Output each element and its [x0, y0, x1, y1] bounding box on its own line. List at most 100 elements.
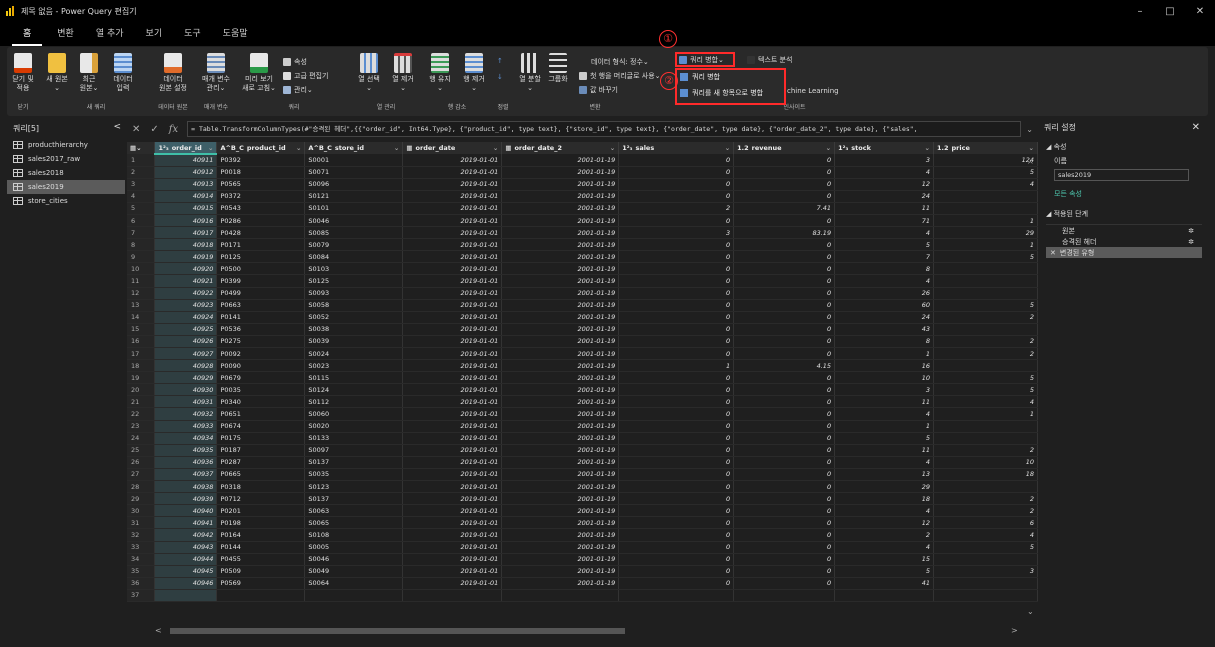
table-cell[interactable]: 0: [733, 323, 836, 336]
close-settings-button[interactable]: ✕: [1192, 122, 1200, 133]
table-cell[interactable]: P0651: [216, 407, 306, 421]
table-cell[interactable]: 40931: [154, 395, 218, 409]
expand-formula-icon[interactable]: ⌄: [1026, 125, 1033, 134]
row-number[interactable]: 2: [127, 166, 156, 179]
formula-input[interactable]: = Table.TransformColumnTypes(#"승격된 헤더",{…: [187, 121, 1022, 137]
table-cell[interactable]: 2019-01-01: [402, 395, 503, 409]
table-cell[interactable]: 0: [733, 504, 836, 518]
table-cell[interactable]: 5: [933, 541, 1038, 554]
table-cell[interactable]: 2001-01-19: [501, 553, 620, 566]
tab-view[interactable]: 보기: [135, 24, 174, 46]
table-cell[interactable]: 40914: [154, 190, 218, 203]
enter-data-button[interactable]: 데이터 입력: [108, 53, 138, 93]
table-row[interactable]: 1 40911 P0392 S0001 2019-01-01 2001-01-19 0 0 3 1…: [127, 154, 1038, 167]
row-number[interactable]: 14: [127, 311, 156, 324]
all-properties-link[interactable]: 모든 속성: [1040, 189, 1208, 199]
text-analytics-button[interactable]: 텍스트 분석: [747, 55, 792, 65]
table-cell[interactable]: [154, 589, 218, 602]
table-cell[interactable]: P0318: [216, 480, 306, 494]
row-number[interactable]: 19: [127, 371, 156, 385]
table-cell[interactable]: 11: [834, 202, 934, 215]
table-cell[interactable]: 2019-01-01: [402, 287, 503, 300]
table-cell[interactable]: 0: [733, 407, 836, 421]
table-cell[interactable]: 40946: [154, 577, 218, 590]
table-cell[interactable]: 0: [618, 299, 735, 312]
table-cell[interactable]: 0: [618, 541, 735, 554]
filter-dropdown-icon[interactable]: ⌄: [1029, 144, 1034, 152]
table-cell[interactable]: 40934: [154, 432, 218, 445]
row-number[interactable]: 32: [127, 528, 156, 542]
table-cell[interactable]: 2001-01-19: [501, 335, 620, 349]
type-icon[interactable]: 1.2: [737, 144, 749, 152]
table-cell[interactable]: 4: [834, 166, 934, 179]
table-cell[interactable]: 7.41: [733, 202, 836, 215]
table-cell[interactable]: 60: [834, 299, 934, 312]
table-cell[interactable]: 2019-01-01: [402, 299, 503, 312]
table-cell[interactable]: 0: [618, 371, 735, 385]
table-row[interactable]: 10 40920 P0500 S0103 2019-01-01 2001-01-19 0 0 8: [127, 262, 1038, 276]
type-icon[interactable]: ▦: [505, 144, 511, 152]
table-cell[interactable]: 0: [733, 287, 836, 300]
table-cell[interactable]: 15: [834, 553, 934, 566]
row-number[interactable]: 25: [127, 444, 156, 457]
filter-dropdown-icon[interactable]: ⌄: [725, 144, 730, 152]
table-cell[interactable]: 2019-01-01: [402, 528, 503, 542]
row-number[interactable]: 27: [127, 468, 156, 482]
row-number[interactable]: 34: [127, 553, 156, 566]
table-cell[interactable]: S0001: [304, 154, 404, 167]
table-cell[interactable]: 2019-01-01: [402, 178, 503, 191]
table-cell[interactable]: 2019-01-01: [402, 456, 503, 469]
table-cell[interactable]: 5: [933, 250, 1038, 264]
table-cell[interactable]: 0: [618, 238, 735, 252]
table-cell[interactable]: P0286: [216, 214, 306, 228]
table-cell[interactable]: 40939: [154, 492, 218, 506]
type-icon[interactable]: 1²₃: [838, 144, 848, 152]
column-header-store-id[interactable]: A^B_C store_id ⌄: [304, 142, 404, 154]
table-row[interactable]: 11 40921 P0399 S0125 2019-01-01 2001-01-19 0 0 4: [127, 274, 1038, 288]
table-cell[interactable]: 0: [733, 420, 836, 433]
table-row[interactable]: 28 40938 P0318 S0123 2019-01-01 2001-01-19 0 0 2…: [127, 480, 1038, 494]
table-cell[interactable]: 3: [618, 226, 735, 240]
table-cell[interactable]: 0: [733, 565, 836, 578]
table-cell[interactable]: 4: [933, 395, 1038, 409]
table-cell[interactable]: 4: [834, 274, 934, 288]
table-cell[interactable]: P0392: [216, 154, 306, 167]
table-cell[interactable]: 2: [933, 444, 1038, 457]
table-cell[interactable]: 40912: [154, 166, 218, 179]
table-row[interactable]: 7 40917 P0428 S0085 2019-01-01 2001-01-19 3 83.…: [127, 226, 1038, 240]
table-cell[interactable]: 0: [733, 335, 836, 349]
table-cell[interactable]: 2019-01-01: [402, 202, 503, 215]
table-cell[interactable]: 2019-01-01: [402, 492, 503, 506]
table-cell[interactable]: 0: [618, 516, 735, 530]
type-icon[interactable]: 1.2: [937, 144, 949, 152]
table-cell[interactable]: P0399: [216, 274, 306, 288]
table-cell[interactable]: 4: [834, 226, 934, 240]
close-window-button[interactable]: ✕: [1185, 0, 1215, 22]
filter-dropdown-icon[interactable]: ⌄: [394, 144, 399, 152]
filter-dropdown-icon[interactable]: ⌄: [826, 144, 831, 152]
recent-sources-button[interactable]: 최근 원본⌄: [74, 53, 104, 93]
collapse-pane-button[interactable]: <: [113, 122, 121, 132]
table-cell[interactable]: 0: [618, 565, 735, 578]
row-number[interactable]: 3: [127, 178, 156, 191]
table-cell[interactable]: 0: [618, 432, 735, 445]
column-header-stock[interactable]: 1²₃ stock ⌄: [834, 142, 934, 154]
table-row[interactable]: 9 40919 P0125 S0084 2019-01-01 2001-01-19 0 0 7 5: [127, 250, 1038, 264]
table-cell[interactable]: 1: [834, 347, 934, 361]
table-cell[interactable]: 2019-01-01: [402, 541, 503, 554]
column-header-revenue[interactable]: 1.2 revenue ⌄: [733, 142, 836, 154]
table-cell[interactable]: S0046: [304, 214, 404, 228]
properties-button[interactable]: 속성: [283, 57, 307, 67]
query-item-sales2019[interactable]: sales2019: [7, 180, 125, 194]
choose-columns-button[interactable]: 열 선택 ⌄: [353, 53, 385, 93]
table-cell[interactable]: [501, 589, 620, 602]
table-row[interactable]: 12 40922 P0499 S0093 2019-01-01 2001-01-19 0 0 2…: [127, 287, 1038, 300]
table-cell[interactable]: 0: [618, 154, 735, 167]
table-cell[interactable]: 5: [834, 565, 934, 578]
table-cell[interactable]: P0187: [216, 444, 306, 457]
table-cell[interactable]: 2001-01-19: [501, 178, 620, 191]
row-number[interactable]: 5: [127, 202, 156, 215]
table-cell[interactable]: 0: [618, 383, 735, 397]
column-header-price[interactable]: 1.2 price ⌄: [933, 142, 1038, 154]
new-source-button[interactable]: 새 원본 ⌄: [42, 53, 72, 93]
